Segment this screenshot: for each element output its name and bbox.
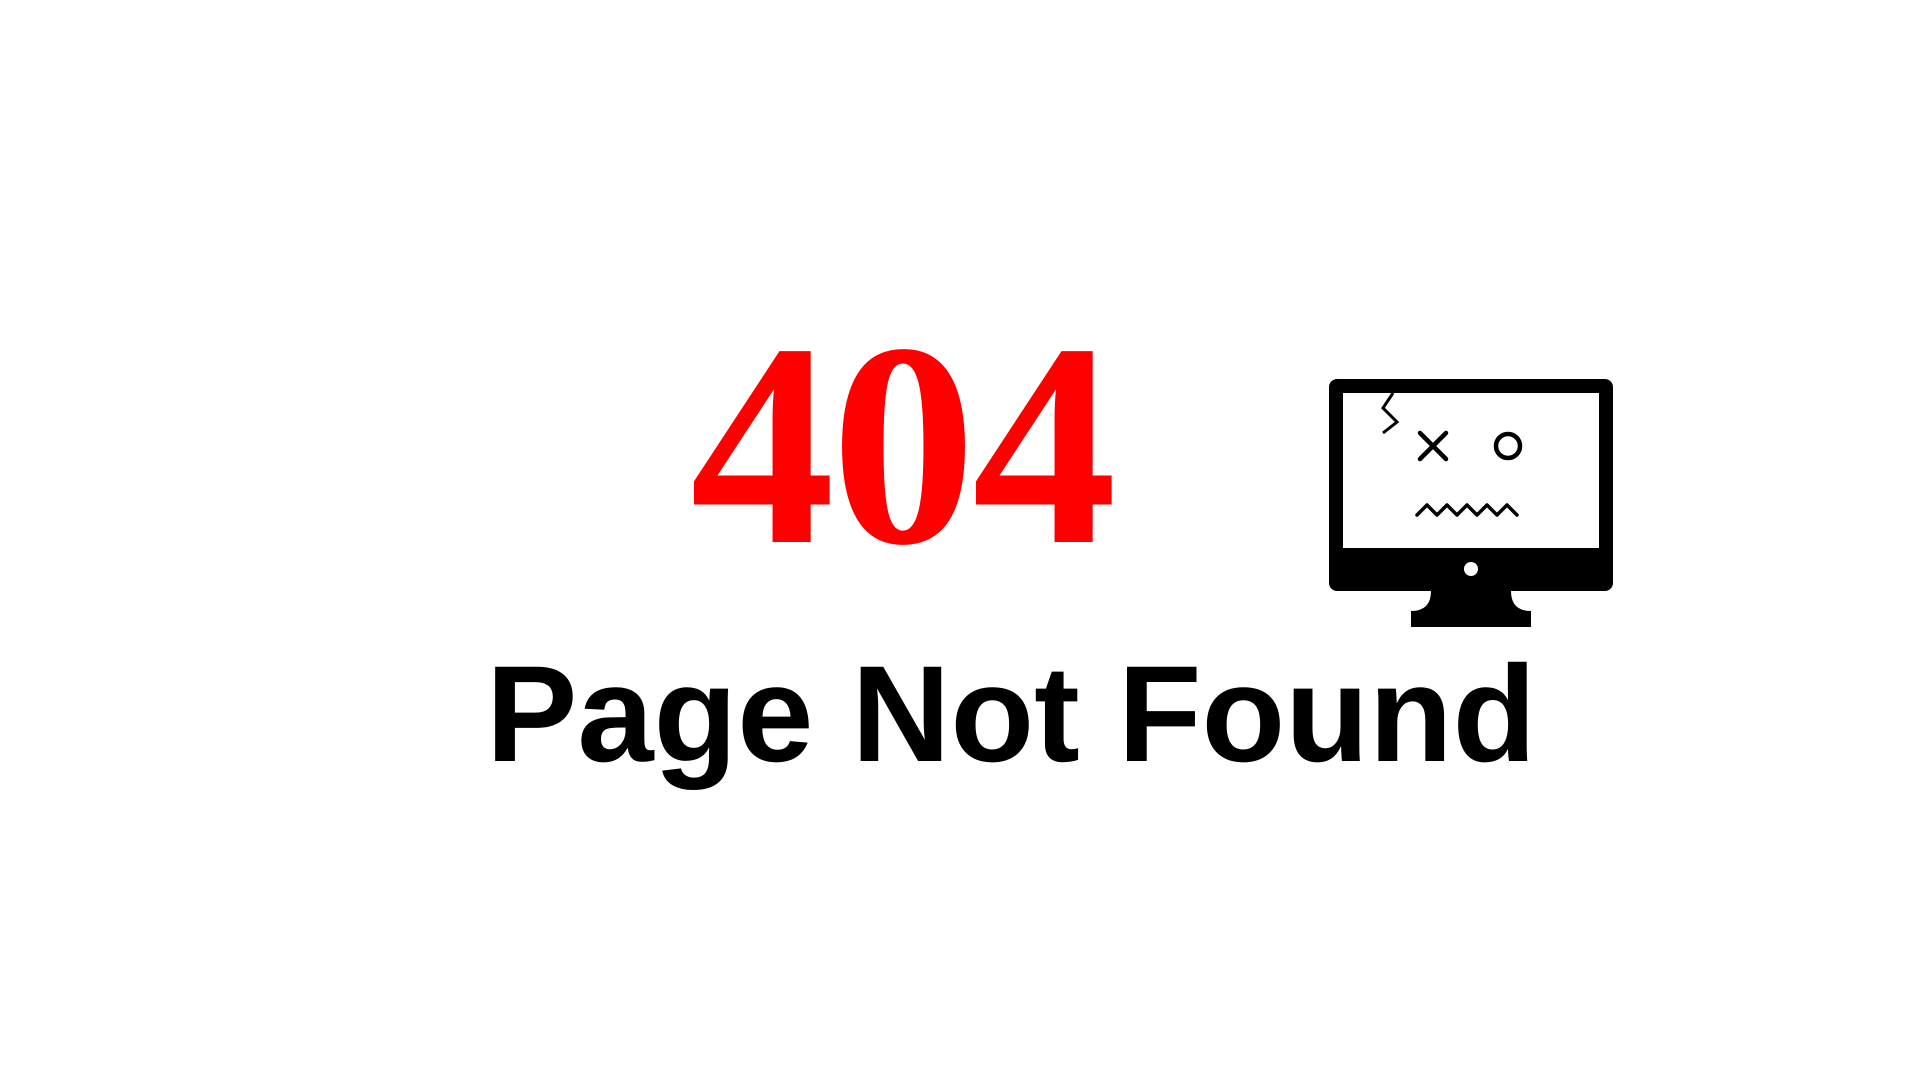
broken-monitor-icon [1329,379,1613,627]
error-message: Page Not Found [486,638,1537,791]
error-code: 404 [690,284,1117,605]
not-found-page: 404 Page Not Found [0,0,1920,1080]
